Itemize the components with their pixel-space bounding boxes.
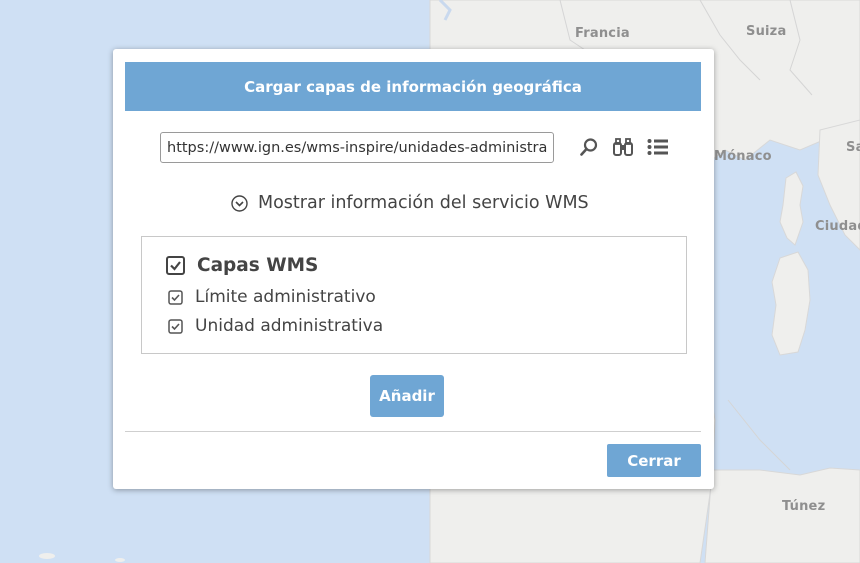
url-row (160, 130, 554, 165)
map-label-tunez: Túnez (782, 499, 826, 514)
divider (125, 431, 701, 432)
close-button[interactable]: Cerrar (607, 444, 701, 477)
layer-item-label: Unidad administrativa (195, 316, 384, 336)
land-africa (704, 467, 860, 563)
toggle-wms-info[interactable]: Mostrar información del servicio WMS (231, 191, 589, 215)
layer-item-label: Límite administrativo (195, 287, 376, 307)
layer-item[interactable]: Unidad administrativa (168, 316, 383, 336)
checkbox-checked-icon[interactable] (166, 256, 185, 275)
layer-item[interactable]: Límite administrativo (168, 287, 376, 307)
map-label-francia: Francia (575, 26, 630, 41)
map-label-sa: Sa (846, 140, 860, 155)
add-button[interactable]: Añadir (370, 375, 444, 417)
dialog-title: Cargar capas de información geográfica (125, 62, 701, 111)
load-layers-dialog: Cargar capas de información geográfica M… (113, 49, 714, 489)
layers-tree: Capas WMS Límite administrativo Unidad a… (141, 236, 687, 354)
chevron-down-circle-icon (231, 194, 248, 212)
map-label-ciudad: Ciudad (815, 219, 860, 234)
checkbox-checked-icon[interactable] (168, 289, 183, 305)
layer-root[interactable]: Capas WMS (166, 255, 318, 276)
list-icon[interactable] (646, 135, 670, 159)
wms-info-label: Mostrar información del servicio WMS (258, 193, 589, 213)
wms-url-input[interactable] (160, 132, 554, 163)
checkbox-checked-icon[interactable] (168, 318, 183, 334)
map-label-suiza: Suiza (746, 24, 787, 39)
map-label-monaco: Mónaco (714, 149, 772, 164)
binoculars-icon[interactable] (611, 135, 635, 159)
search-icon[interactable] (577, 135, 601, 159)
layer-root-label: Capas WMS (197, 255, 319, 276)
